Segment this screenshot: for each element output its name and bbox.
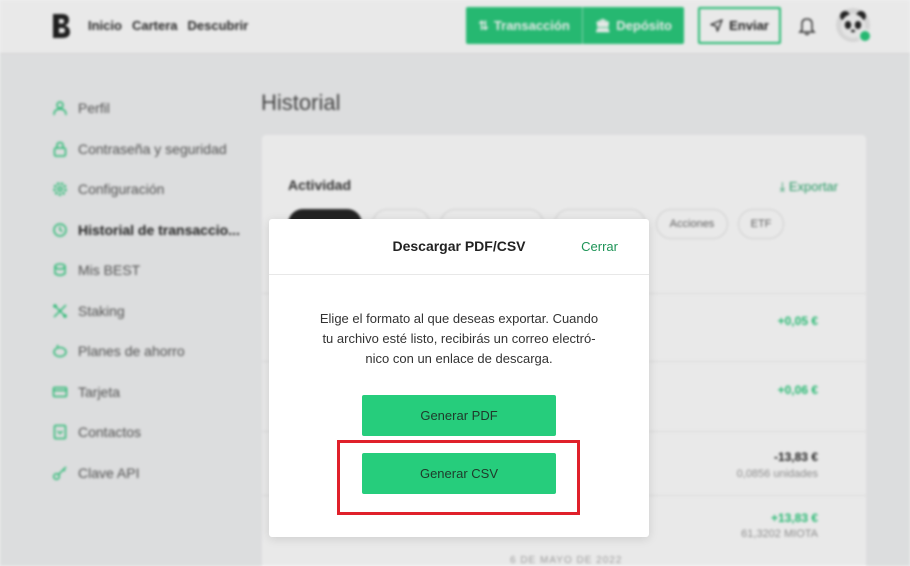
modal-description-line: Elige el formato al que deseas exportar.… (319, 311, 599, 326)
generate-pdf-button[interactable]: Generar PDF (362, 395, 556, 436)
red-highlight-box (337, 440, 580, 515)
modal-header: Descargar PDF/CSV Cerrar (269, 219, 649, 275)
modal-description-line: nico con un enlace de descarga. (365, 351, 553, 366)
modal-description-line: tu archivo esté listo, recibirás un corr… (322, 331, 596, 346)
close-button[interactable]: Cerrar (581, 239, 618, 254)
modal-description: Elige el formato al que deseas exportar.… (299, 309, 619, 369)
